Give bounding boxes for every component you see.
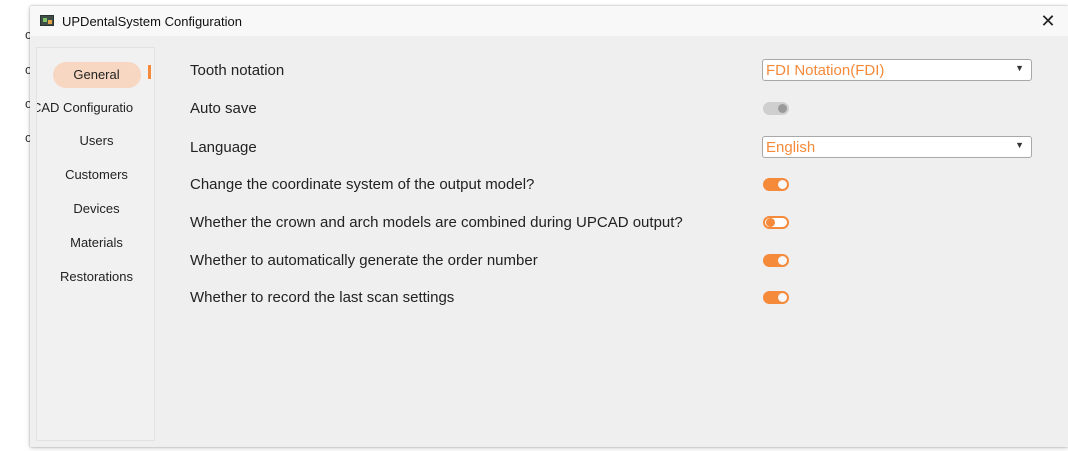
configuration-dialog: UPDentalSystem Configuration ✕ General C…: [30, 6, 1068, 447]
setting-row-combine-models: Whether the crown and arch models are co…: [190, 211, 1030, 235]
record-last-scan-toggle[interactable]: [763, 291, 789, 304]
sidebar-item-label: Materials: [70, 235, 123, 250]
setting-label: Change the coordinate system of the outp…: [190, 176, 535, 193]
sidebar-item-devices[interactable]: Devices: [37, 196, 154, 222]
toggle-knob: [778, 256, 787, 265]
desktop: c c c c UPDentalSystem Configuration ✕ G…: [0, 0, 1068, 451]
sidebar-item-label: Customers: [65, 167, 128, 182]
sidebar-nav: General CAD Configuratio Users Customers…: [36, 47, 155, 441]
setting-row-coordinate-system: Change the coordinate system of the outp…: [190, 173, 1030, 197]
toggle-knob: [778, 104, 787, 113]
background-window-fragments: c c c c: [0, 0, 32, 451]
setting-label: Auto save: [190, 100, 257, 117]
setting-row-tooth-notation: Tooth notation FDI Notation(FDI) ▼: [190, 59, 1032, 83]
toggle-knob: [766, 218, 775, 227]
auto-save-toggle[interactable]: [763, 102, 789, 115]
sidebar-item-cad-configuration[interactable]: CAD Configuratio: [36, 95, 154, 121]
sidebar-item-customers[interactable]: Customers: [37, 162, 154, 188]
sidebar-item-materials[interactable]: Materials: [37, 230, 154, 256]
setting-label: Whether to automatically generate the or…: [190, 252, 538, 269]
combine-models-toggle[interactable]: [763, 216, 789, 229]
sidebar-item-label: CAD Configuratio: [36, 100, 134, 115]
sidebar-item-label: Users: [79, 133, 114, 148]
setting-label: Whether the crown and arch models are co…: [190, 214, 683, 231]
settings-panel: Tooth notation FDI Notation(FDI) ▼ Auto …: [190, 6, 1050, 447]
setting-label: Tooth notation: [190, 62, 285, 79]
chevron-down-icon: ▼: [1015, 140, 1024, 150]
setting-label: Whether to record the last scan settings: [190, 289, 455, 306]
sidebar-item-label: General: [52, 62, 141, 88]
setting-label: Language: [190, 139, 257, 156]
toggle-knob: [778, 293, 787, 302]
auto-order-number-toggle[interactable]: [763, 254, 789, 267]
select-value: English: [766, 139, 816, 156]
app-window-icon: [40, 15, 54, 26]
active-item-indicator: [148, 65, 151, 79]
language-select[interactable]: English ▼: [762, 136, 1032, 158]
setting-row-auto-save: Auto save: [190, 97, 1030, 121]
coordinate-system-toggle[interactable]: [763, 178, 789, 191]
sidebar-item-users[interactable]: Users: [37, 128, 154, 154]
toggle-knob: [778, 180, 787, 189]
setting-row-language: Language English ▼: [190, 136, 1032, 160]
chevron-down-icon: ▼: [1015, 63, 1024, 73]
tooth-notation-select[interactable]: FDI Notation(FDI) ▼: [762, 59, 1032, 81]
sidebar-item-label: Restorations: [60, 269, 133, 284]
sidebar-item-label: Devices: [73, 201, 120, 216]
select-value: FDI Notation(FDI): [766, 62, 885, 79]
setting-row-auto-order-number: Whether to automatically generate the or…: [190, 249, 1030, 273]
sidebar-item-general[interactable]: General: [37, 62, 154, 88]
sidebar-item-restorations[interactable]: Restorations: [37, 264, 154, 290]
setting-row-record-last-scan: Whether to record the last scan settings: [190, 286, 1030, 310]
